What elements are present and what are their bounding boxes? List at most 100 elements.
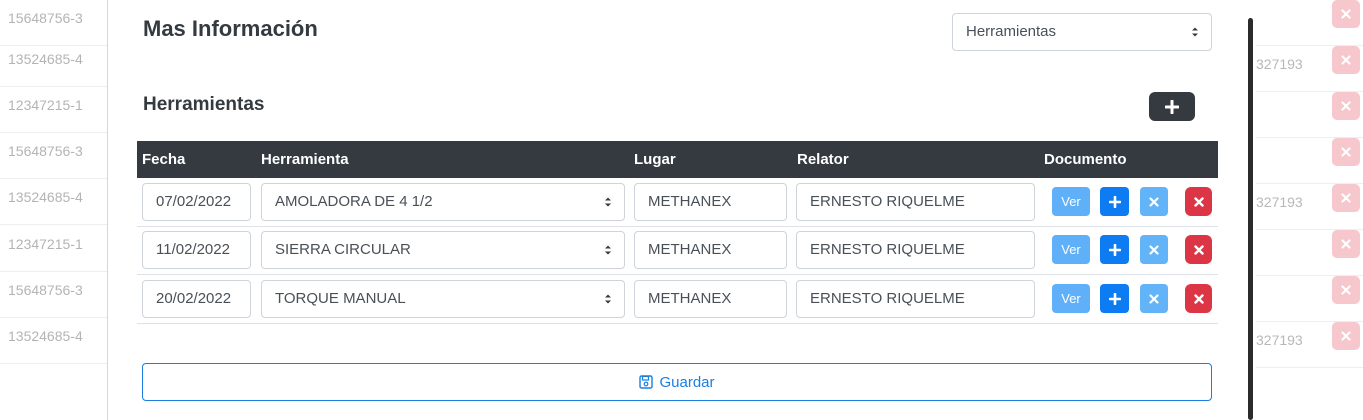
- remove-document-button[interactable]: [1140, 284, 1168, 313]
- background-delete-button: [1332, 184, 1360, 212]
- add-row-button[interactable]: [1149, 92, 1195, 121]
- modal-title: Mas Información: [143, 16, 318, 41]
- delete-row-button[interactable]: [1185, 235, 1212, 264]
- background-id-column: 15648756-3 13524685-4 12347215-1 1564875…: [0, 0, 107, 420]
- background-actions-column: 327193 327193 327193: [1256, 0, 1363, 420]
- save-button[interactable]: Guardar: [142, 363, 1212, 401]
- add-document-button[interactable]: [1100, 235, 1129, 264]
- select-caret-icon: [1192, 27, 1198, 37]
- relator-input[interactable]: ERNESTO RIQUELME: [796, 231, 1035, 269]
- fecha-input[interactable]: 11/02/2022: [142, 231, 251, 269]
- close-icon: [1341, 101, 1351, 111]
- herramienta-select[interactable]: TORQUE MANUAL: [261, 280, 625, 318]
- delete-row-button[interactable]: [1185, 284, 1212, 313]
- plus-icon: [1108, 243, 1121, 256]
- remove-document-button[interactable]: [1140, 235, 1168, 264]
- background-delete-button: [1332, 276, 1360, 304]
- herramienta-select[interactable]: SIERRA CIRCULAR: [261, 231, 625, 269]
- background-row: [1256, 92, 1363, 138]
- background-row: [1256, 276, 1363, 322]
- table-row: 20/02/2022 TORQUE MANUAL METHANEX ERNEST…: [137, 275, 1218, 324]
- background-row: 327193: [1256, 322, 1363, 368]
- select-caret-icon: [605, 197, 611, 207]
- plus-icon: [1165, 99, 1179, 114]
- close-icon: [1193, 196, 1204, 207]
- delete-row-button[interactable]: [1185, 187, 1212, 216]
- background-row: [1256, 138, 1363, 184]
- close-icon: [1341, 285, 1351, 295]
- background-delete-button: [1332, 0, 1360, 28]
- close-icon: [1149, 196, 1159, 207]
- background-delete-button: [1332, 46, 1360, 74]
- background-delete-button: [1332, 230, 1360, 258]
- background-row: 13524685-4: [0, 41, 107, 87]
- background-delete-button: [1332, 138, 1360, 166]
- relator-input[interactable]: ERNESTO RIQUELME: [796, 183, 1035, 221]
- select-caret-icon: [605, 245, 611, 255]
- background-row: 327193: [1256, 184, 1363, 230]
- background-id: 15648756-3: [8, 282, 83, 298]
- remove-document-button[interactable]: [1140, 187, 1168, 216]
- close-icon: [1341, 55, 1351, 65]
- background-row: [1256, 0, 1363, 46]
- background-row: 13524685-4: [0, 179, 107, 225]
- background-delete-button: [1332, 322, 1360, 350]
- background-id: 13524685-4: [8, 51, 83, 67]
- add-document-button[interactable]: [1100, 284, 1129, 313]
- background-row: 15648756-3: [0, 272, 107, 318]
- background-id: 13524685-4: [8, 328, 83, 344]
- column-header-lugar: Lugar: [634, 151, 676, 168]
- background-id: 12347215-1: [8, 97, 83, 113]
- herramienta-select-value: TORQUE MANUAL: [275, 290, 406, 307]
- save-button-label: Guardar: [659, 373, 715, 391]
- background-row: [1256, 230, 1363, 276]
- herramienta-select-value: AMOLADORA DE 4 1/2: [275, 193, 433, 210]
- fecha-input[interactable]: 07/02/2022: [142, 183, 251, 221]
- add-document-button[interactable]: [1100, 187, 1129, 216]
- save-icon: [639, 375, 654, 389]
- modal-scrollbar[interactable]: [1248, 18, 1253, 420]
- view-document-button[interactable]: Ver: [1052, 284, 1090, 313]
- background-row: 15648756-3: [0, 133, 107, 179]
- info-type-select[interactable]: Herramientas: [952, 13, 1212, 51]
- view-document-button[interactable]: Ver: [1052, 187, 1090, 216]
- column-header-fecha: Fecha: [142, 151, 186, 168]
- background-id: 15648756-3: [8, 10, 83, 26]
- close-icon: [1341, 9, 1351, 19]
- close-icon: [1341, 147, 1351, 157]
- background-id: 12347215-1: [8, 236, 83, 252]
- herramienta-select-value: SIERRA CIRCULAR: [275, 241, 411, 258]
- select-caret-icon: [605, 294, 611, 304]
- background-row: 327193: [1256, 46, 1363, 92]
- background-row: 12347215-1: [0, 226, 107, 272]
- background-phone: 327193: [1256, 56, 1303, 72]
- fecha-input[interactable]: 20/02/2022: [142, 280, 251, 318]
- plus-icon: [1108, 195, 1121, 208]
- herramienta-select[interactable]: AMOLADORA DE 4 1/2: [261, 183, 625, 221]
- column-header-herramienta: Herramienta: [261, 151, 349, 168]
- background-id: 13524685-4: [8, 189, 83, 205]
- close-icon: [1341, 239, 1351, 249]
- lugar-input[interactable]: METHANEX: [634, 280, 787, 318]
- table-row: 11/02/2022 SIERRA CIRCULAR METHANEX ERNE…: [137, 226, 1218, 275]
- background-phone: 327193: [1256, 332, 1303, 348]
- table-row: 07/02/2022 AMOLADORA DE 4 1/2 METHANEX E…: [137, 178, 1218, 227]
- column-header-relator: Relator: [797, 151, 849, 168]
- view-document-button[interactable]: Ver: [1052, 235, 1090, 264]
- relator-input[interactable]: ERNESTO RIQUELME: [796, 280, 1035, 318]
- close-icon: [1193, 293, 1204, 304]
- close-icon: [1341, 193, 1351, 203]
- lugar-input[interactable]: METHANEX: [634, 183, 787, 221]
- close-icon: [1149, 293, 1159, 304]
- close-icon: [1193, 244, 1204, 255]
- lugar-input[interactable]: METHANEX: [634, 231, 787, 269]
- background-phone: 327193: [1256, 194, 1303, 210]
- background-id: 15648756-3: [8, 143, 83, 159]
- background-row: 15648756-3: [0, 0, 107, 46]
- plus-icon: [1108, 292, 1121, 305]
- background-delete-button: [1332, 92, 1360, 120]
- column-header-documento: Documento: [1044, 151, 1127, 168]
- info-type-select-value: Herramientas: [966, 23, 1057, 40]
- close-icon: [1149, 244, 1159, 255]
- section-title: Herramientas: [143, 94, 265, 115]
